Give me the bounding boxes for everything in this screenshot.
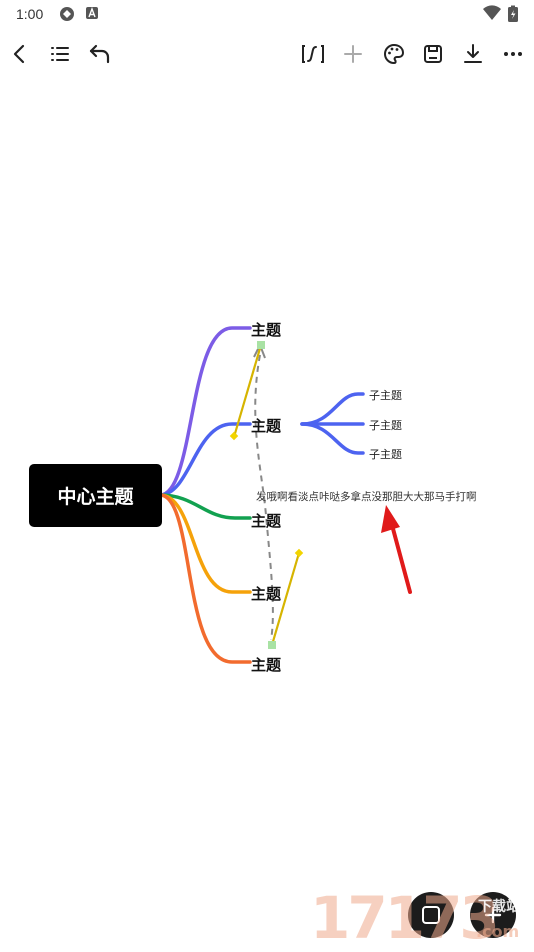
subtopic-node-3[interactable]: 子主题 [369,446,402,462]
relation-handle-2b [268,641,276,649]
sub-branch-1 [300,392,365,426]
branch-1 [158,326,252,497]
relation-handle-2a [294,548,304,558]
topic-node-3[interactable]: 主题 [251,510,281,531]
topic-node-4[interactable]: 主题 [251,583,281,604]
subtopic-node-1[interactable]: 子主题 [369,387,402,403]
subtopic-node-2[interactable]: 子主题 [369,417,402,433]
branch-5 [158,493,252,664]
floating-action-button[interactable] [408,892,454,938]
topic-node-2[interactable]: 主题 [251,415,281,436]
topic-node-1[interactable]: 主题 [251,319,281,340]
add-node-button[interactable] [470,892,516,938]
red-arrow-annotation [381,505,412,594]
topic-node-5[interactable]: 主题 [251,654,281,675]
floating-note-text[interactable]: 发哦啊看淡点咔哒多拿点没那胆大大那马手打啊 [256,489,477,504]
sub-branch-3 [300,422,365,455]
relation-handle-1a [229,431,239,441]
center-topic-node[interactable]: 中心主题 [29,464,162,527]
relation-handle-1b [257,341,265,349]
